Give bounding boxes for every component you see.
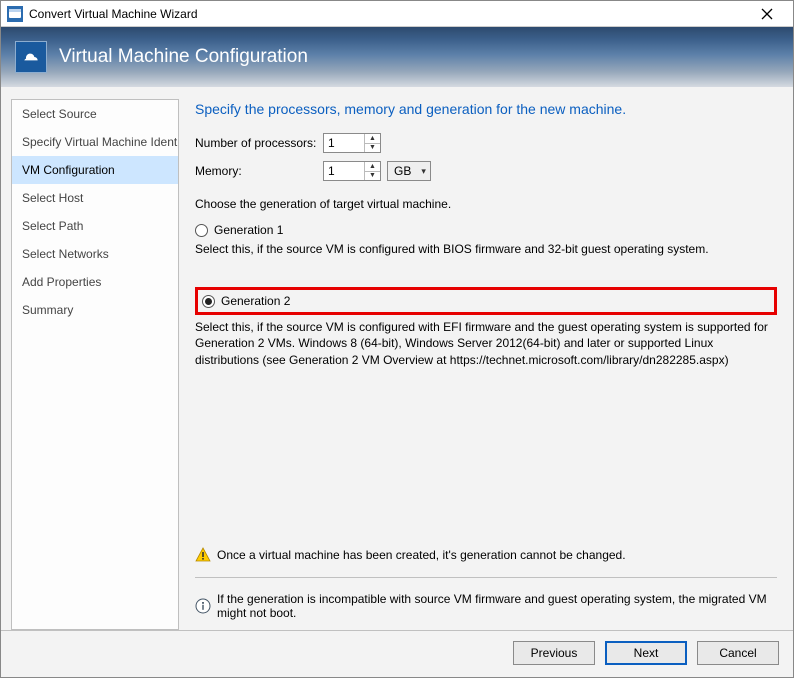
generation-prompt: Choose the generation of target virtual …	[195, 197, 777, 211]
processors-input[interactable]	[324, 134, 364, 152]
steps-sidebar: Select Source Specify Virtual Machine Id…	[11, 99, 179, 630]
content-panel: Specify the processors, memory and gener…	[179, 99, 783, 630]
close-icon	[761, 8, 773, 20]
info-text: If the generation is incompatible with s…	[217, 592, 777, 620]
processors-down[interactable]: ▼	[365, 144, 380, 153]
memory-unit-value: GB	[394, 164, 411, 178]
processors-up[interactable]: ▲	[365, 134, 380, 144]
processors-label: Number of processors:	[195, 136, 323, 150]
gen2-highlight: Generation 2	[195, 287, 777, 315]
step-vm-configuration[interactable]: VM Configuration	[12, 156, 178, 184]
gen1-radio-row[interactable]: Generation 1	[195, 223, 777, 237]
step-select-host[interactable]: Select Host	[12, 184, 178, 212]
memory-label: Memory:	[195, 164, 323, 178]
step-add-properties[interactable]: Add Properties	[12, 268, 178, 296]
gen2-radio[interactable]	[202, 295, 215, 308]
step-summary[interactable]: Summary	[12, 296, 178, 324]
processors-spinner[interactable]: ▲ ▼	[323, 133, 381, 153]
info-icon	[195, 598, 211, 614]
gen2-description: Select this, if the source VM is configu…	[195, 319, 777, 368]
memory-down[interactable]: ▼	[365, 172, 380, 181]
warning-text: Once a virtual machine has been created,…	[217, 548, 626, 562]
close-button[interactable]	[747, 2, 787, 26]
warning-icon	[195, 547, 211, 563]
memory-unit-select[interactable]: GB ▾	[387, 161, 431, 181]
vm-icon	[15, 41, 47, 73]
memory-row: Memory: ▲ ▼ GB ▾	[195, 161, 777, 181]
divider	[195, 577, 777, 578]
gen2-radio-row[interactable]: Generation 2	[202, 294, 290, 308]
step-specify-identity[interactable]: Specify Virtual Machine Identity	[12, 128, 178, 156]
chevron-down-icon: ▾	[421, 166, 426, 177]
step-select-path[interactable]: Select Path	[12, 212, 178, 240]
window-title: Convert Virtual Machine Wizard	[29, 7, 747, 21]
next-button[interactable]: Next	[605, 641, 687, 665]
page-title: Virtual Machine Configuration	[59, 46, 308, 68]
info-note: If the generation is incompatible with s…	[195, 582, 777, 630]
wizard-header: Virtual Machine Configuration	[1, 27, 793, 87]
titlebar: Convert Virtual Machine Wizard	[1, 1, 793, 27]
gen1-description: Select this, if the source VM is configu…	[195, 241, 777, 257]
memory-up[interactable]: ▲	[365, 162, 380, 172]
processors-row: Number of processors: ▲ ▼	[195, 133, 777, 153]
warning-note: Once a virtual machine has been created,…	[195, 537, 777, 573]
gen1-label: Generation 1	[214, 223, 283, 237]
wizard-window: Convert Virtual Machine Wizard Virtual M…	[0, 0, 794, 678]
memory-input[interactable]	[324, 162, 364, 180]
gen2-label: Generation 2	[221, 294, 290, 308]
wizard-footer: Previous Next Cancel	[1, 630, 793, 677]
step-select-source[interactable]: Select Source	[12, 100, 178, 128]
previous-button[interactable]: Previous	[513, 641, 595, 665]
cancel-button[interactable]: Cancel	[697, 641, 779, 665]
step-select-networks[interactable]: Select Networks	[12, 240, 178, 268]
wizard-body: Select Source Specify Virtual Machine Id…	[1, 87, 793, 630]
page-heading: Specify the processors, memory and gener…	[195, 101, 777, 117]
app-icon	[7, 6, 23, 22]
memory-spinner[interactable]: ▲ ▼	[323, 161, 381, 181]
gen1-radio[interactable]	[195, 224, 208, 237]
